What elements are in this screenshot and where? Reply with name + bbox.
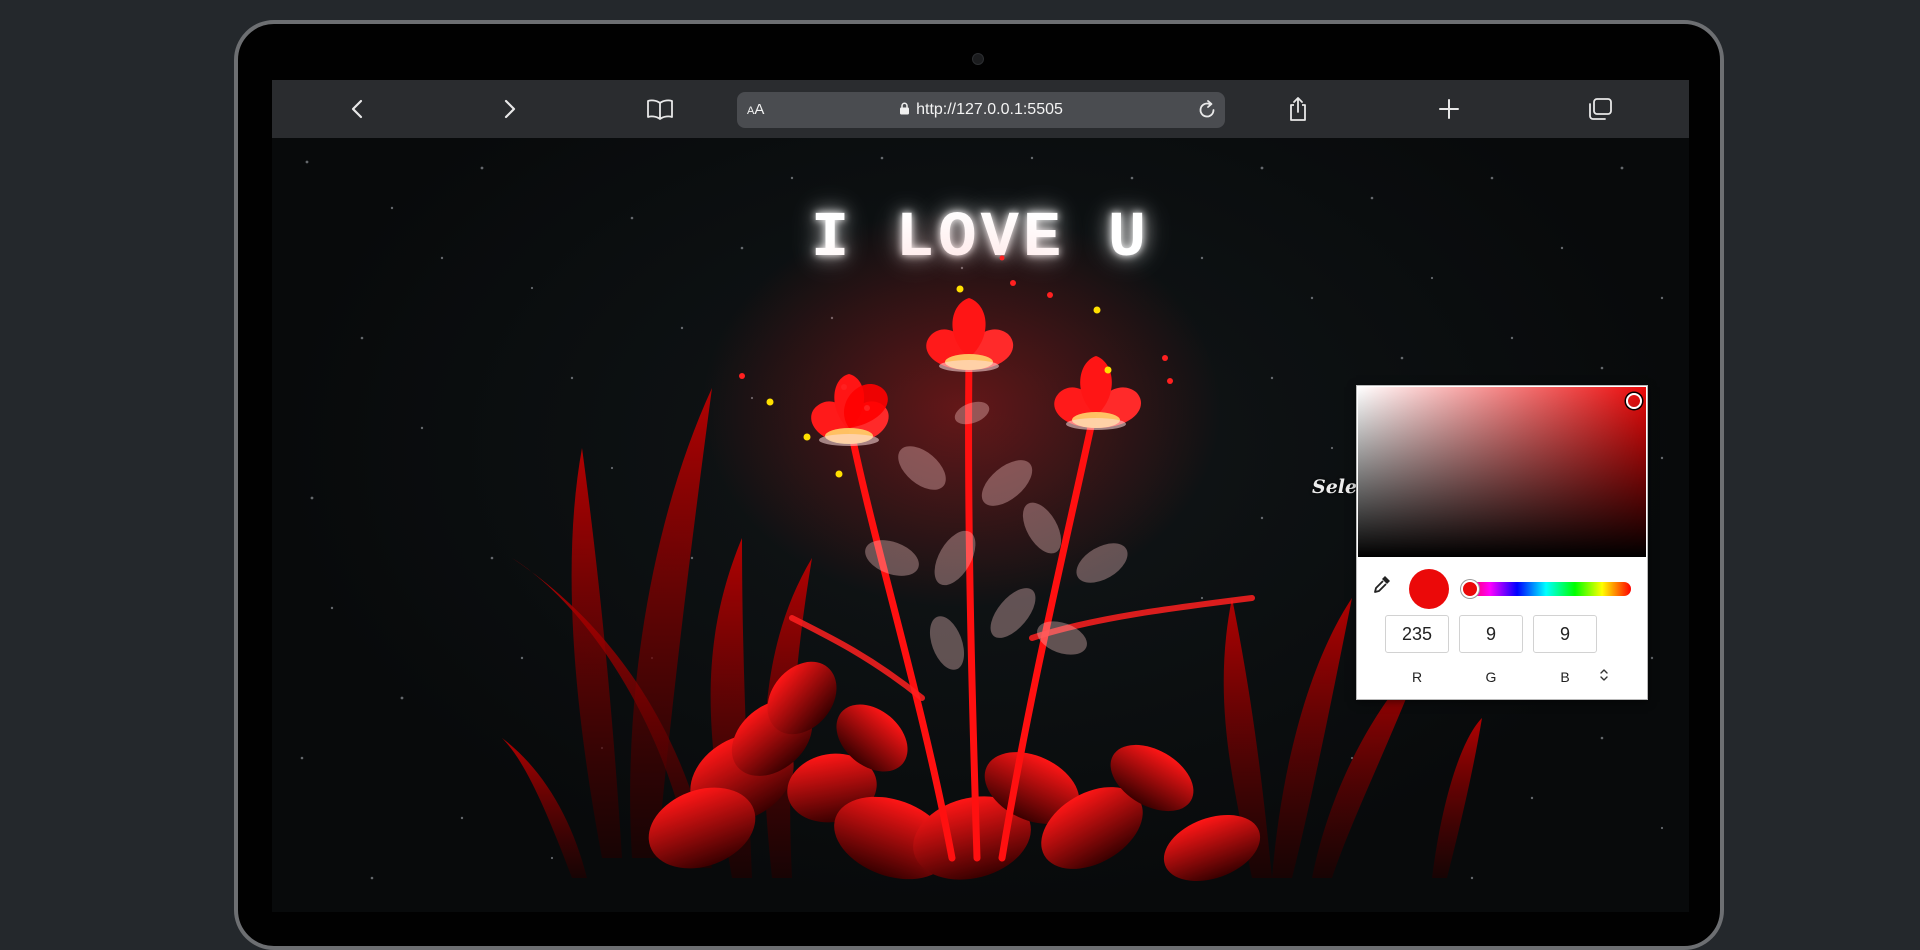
book-icon[interactable] (646, 95, 674, 123)
green-label: G (1485, 669, 1497, 685)
red-input[interactable] (1385, 615, 1449, 653)
current-color-swatch (1409, 569, 1449, 609)
hue-slider[interactable] (1461, 582, 1631, 596)
camera-dot (972, 53, 984, 65)
address-bar[interactable]: AA http://127.0.0.1:5505 (737, 92, 1225, 128)
red-label: R (1411, 669, 1423, 685)
lock-icon (899, 102, 910, 120)
url-text: http://127.0.0.1:5505 (916, 101, 1063, 118)
share-icon[interactable] (1284, 95, 1312, 123)
green-input[interactable] (1459, 615, 1523, 653)
forward-icon[interactable] (495, 95, 523, 123)
mode-toggle-icon[interactable] (1597, 667, 1611, 683)
color-picker-popup: R G B (1356, 385, 1648, 700)
browser-window: AA http://127.0.0.1:5505 Select 235 9 9 … (272, 80, 1689, 912)
blue-label: B (1560, 669, 1570, 685)
back-icon[interactable] (344, 95, 372, 123)
browser-toolbar: AA http://127.0.0.1:5505 (272, 80, 1689, 139)
hue-slider-handle[interactable] (1461, 580, 1479, 598)
eyedropper-icon[interactable] (1371, 573, 1393, 595)
reload-icon[interactable] (1195, 98, 1219, 122)
saturation-handle[interactable] (1626, 393, 1642, 409)
plus-icon[interactable] (1435, 95, 1463, 123)
page-canvas: I LOVE U (272, 138, 1689, 912)
tabs-icon[interactable] (1586, 95, 1614, 123)
blue-input[interactable] (1533, 615, 1597, 653)
saturation-area[interactable] (1358, 387, 1646, 557)
